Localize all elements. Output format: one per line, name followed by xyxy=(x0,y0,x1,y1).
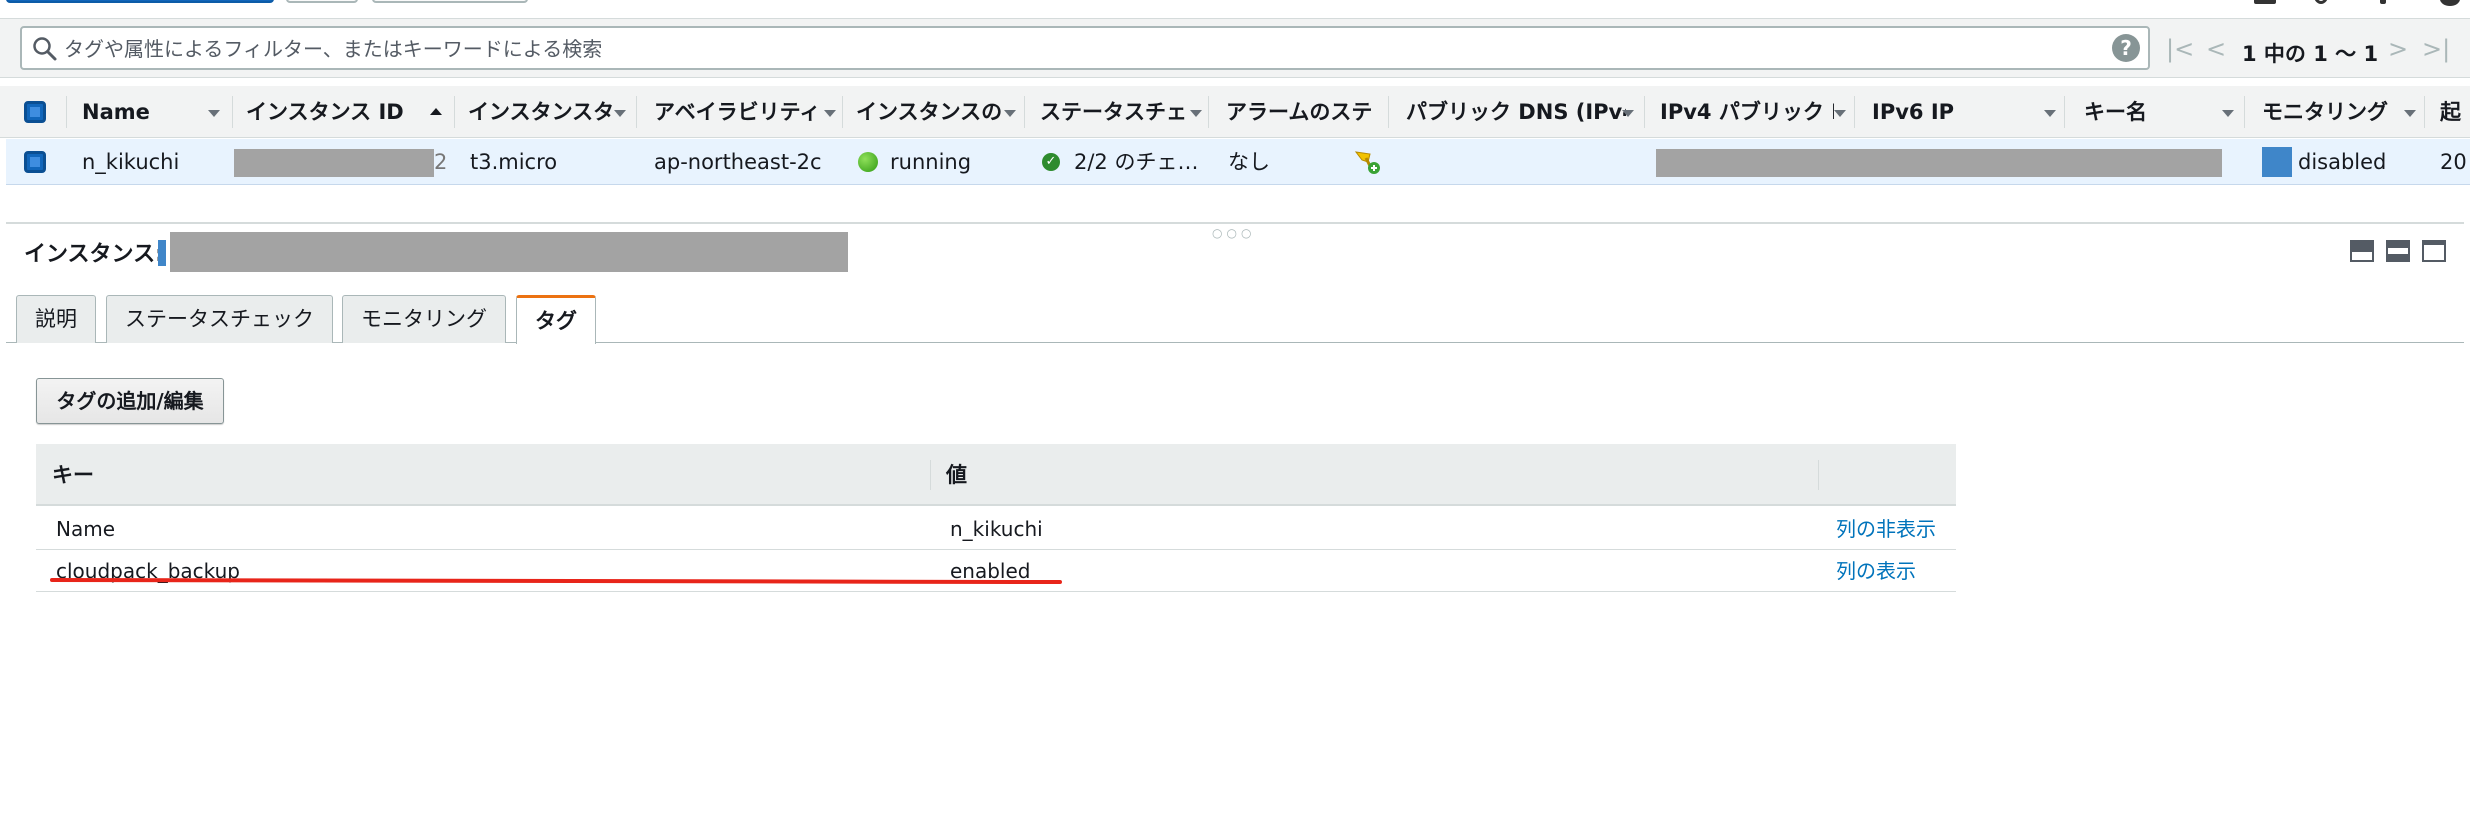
tag-value: n_kikuchi xyxy=(950,517,1043,541)
layout-bottom-icon[interactable] xyxy=(2350,240,2374,262)
column-header-instance-type[interactable]: インスタンスタ xyxy=(468,86,612,138)
sort-asc-icon[interactable] xyxy=(430,108,442,115)
column-header-availability-zone[interactable]: アベイラビリティ xyxy=(654,86,822,138)
cell-instance-type: t3.micro xyxy=(470,150,558,174)
first-page-icon[interactable]: |< xyxy=(2166,35,2194,63)
column-header-status-checks[interactable]: ステータスチェ xyxy=(1040,86,1188,138)
layout-top-icon[interactable] xyxy=(2422,240,2446,262)
show-column-link[interactable]: 列の表示 xyxy=(1836,550,1916,592)
cell-launch-time: 20 xyxy=(2440,150,2467,174)
create-alarm-icon[interactable] xyxy=(1352,148,1382,176)
table-row[interactable]: n_kikuchi 2 t3.micro ap-northeast-2c run… xyxy=(6,139,2470,185)
redacted-instance-id xyxy=(234,149,434,177)
search-icon xyxy=(33,37,57,61)
sort-icon[interactable] xyxy=(208,110,220,117)
add-edit-tags-button[interactable]: タグの追加/編集 xyxy=(36,378,224,424)
actions-button[interactable] xyxy=(372,0,528,3)
prev-page-icon[interactable]: < xyxy=(2206,35,2226,63)
tab-status-checks[interactable]: ステータスチェック xyxy=(106,295,333,343)
cell-alarm-status: なし xyxy=(1228,150,1270,174)
next-page-icon[interactable]: > xyxy=(2388,35,2408,63)
filter-bar: ? |< < 1 中の 1 〜 1 > >| xyxy=(0,18,2470,78)
search-box[interactable]: ? xyxy=(20,26,2150,70)
column-header-launch-time[interactable]: 起 xyxy=(2440,86,2470,138)
instance-label: インスタンス: xyxy=(24,242,164,267)
column-header-instance-id[interactable]: インスタンス ID xyxy=(246,86,426,138)
sort-icon[interactable] xyxy=(1834,110,1846,117)
column-header-key-name[interactable]: キー名 xyxy=(2084,86,2184,138)
tab-tags[interactable]: タグ xyxy=(516,295,596,344)
redacted-ipv4-and-ip xyxy=(1656,149,2222,177)
question-icon[interactable]: ? xyxy=(2112,34,2140,62)
column-header-monitoring[interactable]: モニタリング xyxy=(2262,86,2404,138)
column-header-alarm-status[interactable]: アラームのステ xyxy=(1226,86,1376,138)
cell-availability-zone: ap-northeast-2c xyxy=(654,150,822,174)
launch-instance-button[interactable] xyxy=(6,0,274,3)
row-checkbox[interactable] xyxy=(24,151,46,173)
column-header-name[interactable]: Name xyxy=(82,86,202,138)
layout-split-icon[interactable] xyxy=(2386,240,2410,262)
cell-instance-state: running xyxy=(890,150,972,174)
sort-icon[interactable] xyxy=(2044,110,2056,117)
cell-name: n_kikuchi xyxy=(82,150,180,174)
select-all-checkbox[interactable] xyxy=(24,101,46,123)
last-page-icon[interactable]: >| xyxy=(2422,35,2450,63)
sort-icon[interactable] xyxy=(1004,110,1016,117)
sort-icon[interactable] xyxy=(614,110,626,117)
monitoring-status-icon xyxy=(2262,147,2292,177)
tab-description[interactable]: 説明 xyxy=(16,295,96,343)
notifications-icon[interactable] xyxy=(2254,0,2276,4)
help-icon-top[interactable] xyxy=(2440,0,2460,6)
table-row: Name n_kikuchi 列の非表示 xyxy=(36,508,1956,550)
panel-divider[interactable] xyxy=(6,222,2464,224)
tags-table-header: キー 値 xyxy=(36,444,1956,506)
cell-status-checks[interactable]: 2/2 のチェ… xyxy=(1074,139,1204,185)
search-input[interactable] xyxy=(64,35,2064,63)
tag-key: Name xyxy=(56,517,116,541)
instance-id-marker xyxy=(158,240,166,266)
settings-icon[interactable] xyxy=(2380,0,2386,4)
cell-monitoring: disabled xyxy=(2298,150,2387,174)
resize-grip-icon[interactable]: ○○○ xyxy=(1212,226,1255,240)
refresh-icon[interactable] xyxy=(2314,0,2328,4)
connect-button[interactable] xyxy=(286,0,358,3)
instances-grid-header: Name インスタンス ID インスタンスタ アベイラビリティ インスタンスの … xyxy=(0,86,2470,138)
sort-icon[interactable] xyxy=(2404,110,2416,117)
column-header-instance-state[interactable]: インスタンスの xyxy=(856,86,1004,138)
sort-icon[interactable] xyxy=(1190,110,1202,117)
running-status-icon xyxy=(858,152,878,172)
cell-instance-id-suffix: 2 xyxy=(434,150,446,174)
column-header-ipv4-public-ip[interactable]: IPv4 パブリック IP xyxy=(1660,86,1834,138)
tags-header-key: キー xyxy=(52,463,94,487)
hide-column-link[interactable]: 列の非表示 xyxy=(1836,508,1936,550)
table-row: cloudpack_backup enabled 列の表示 xyxy=(36,550,1956,592)
pagination-label: 1 中の 1 〜 1 xyxy=(2242,42,2379,66)
redacted-instance-name xyxy=(170,232,848,272)
tags-header-value: 値 xyxy=(946,463,967,487)
tag-key: cloudpack_backup xyxy=(56,559,240,583)
tab-monitoring[interactable]: モニタリング xyxy=(342,295,506,343)
column-header-ipv6-ip[interactable]: IPv6 IP xyxy=(1872,86,1992,138)
status-check-ok-icon: ✓ xyxy=(1042,153,1060,171)
sort-icon[interactable] xyxy=(2222,110,2234,117)
tag-value: enabled xyxy=(950,559,1031,583)
sort-icon[interactable] xyxy=(824,110,836,117)
column-header-public-dns[interactable]: パブリック DNS (IPv4) xyxy=(1406,86,1626,138)
sort-icon[interactable] xyxy=(1622,110,1634,117)
